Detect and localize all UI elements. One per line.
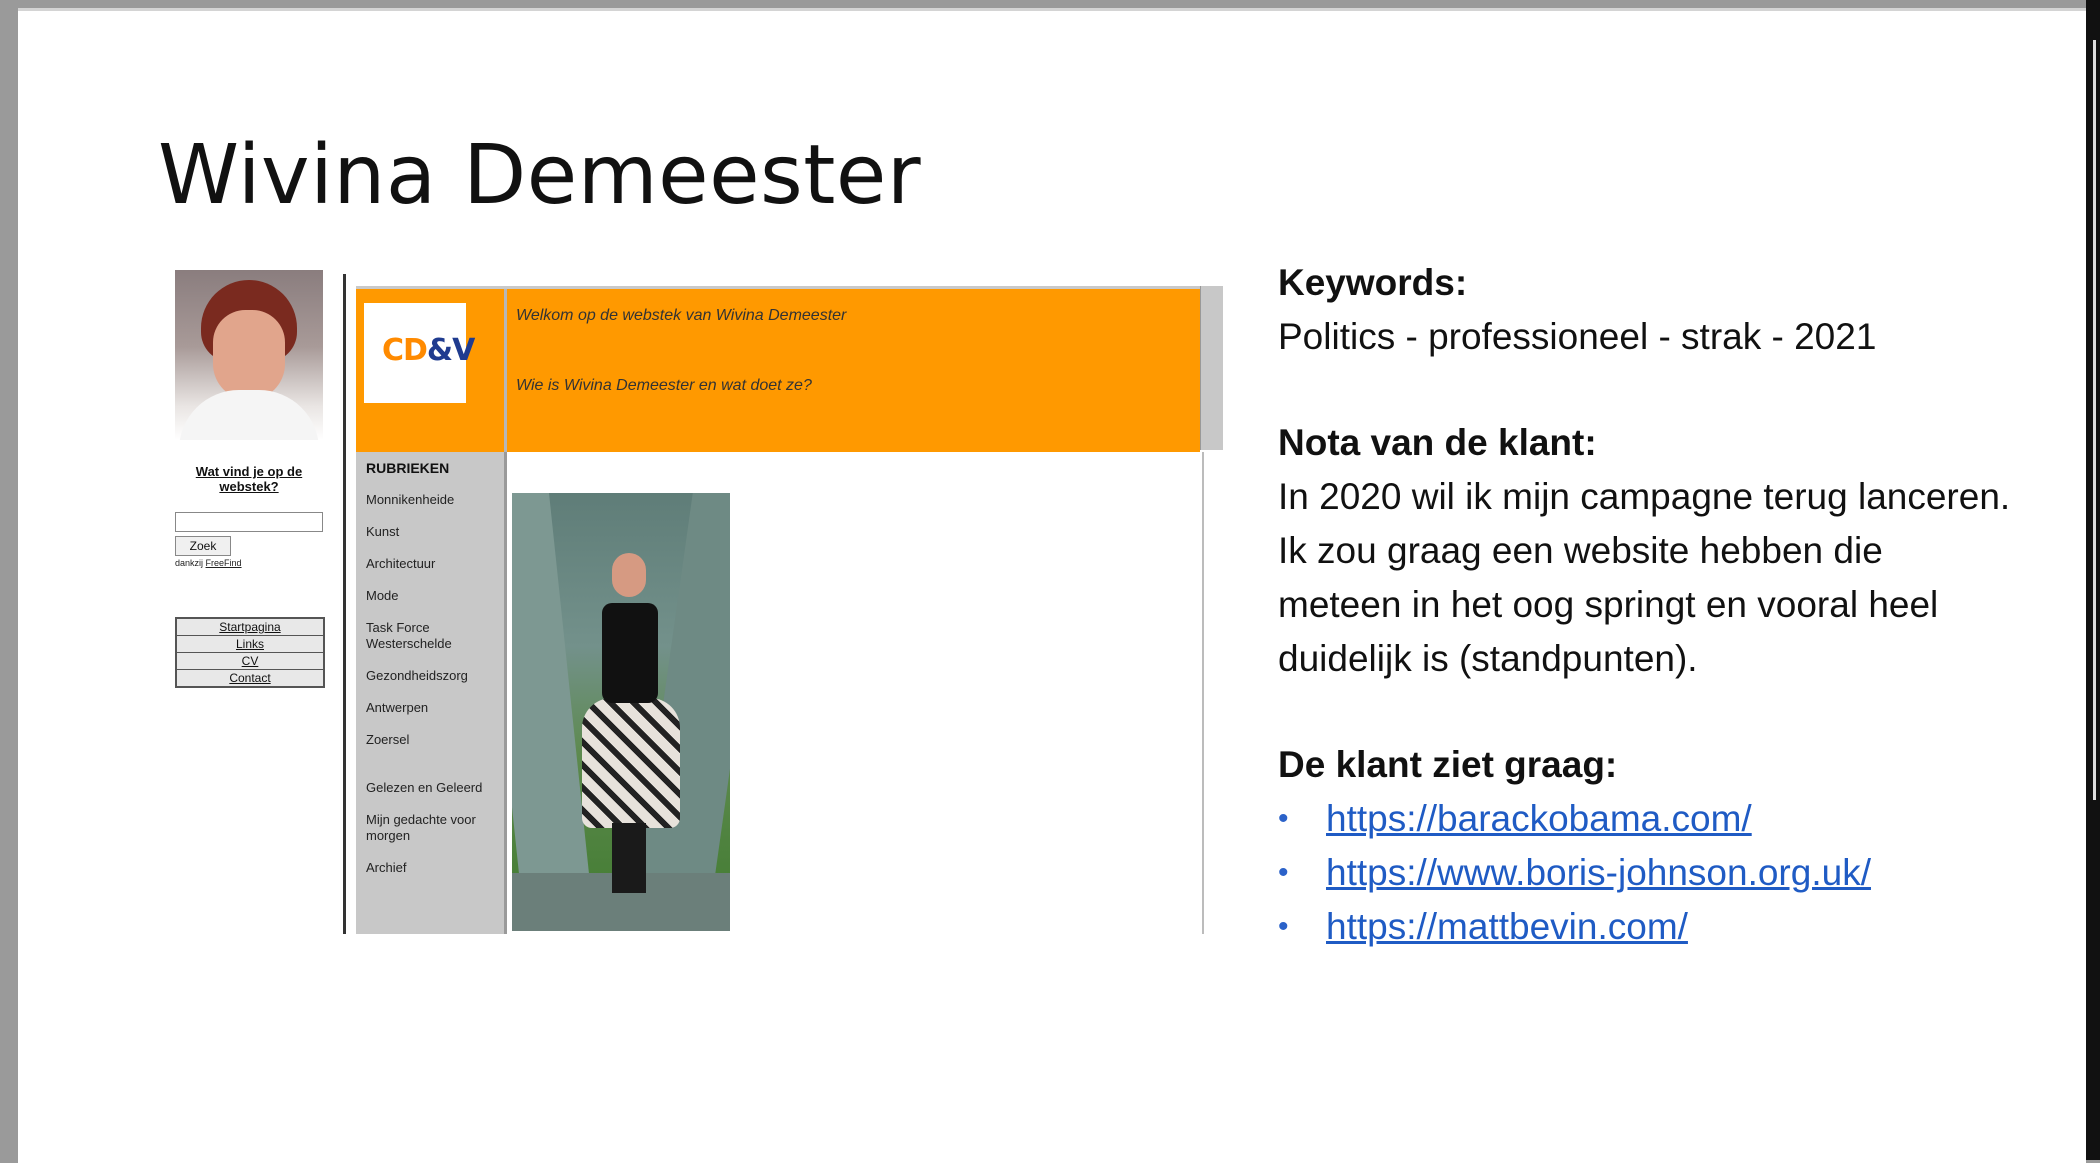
keywords-text: Politics - professioneel - strak - 2021 xyxy=(1278,316,1877,357)
window-scrollbar[interactable] xyxy=(2086,0,2100,1160)
note-line: In 2020 wil ik mijn campagne terug lance… xyxy=(1278,476,2011,517)
side-menu-cv[interactable]: CV xyxy=(177,653,323,670)
nav-item-mode[interactable]: Mode xyxy=(366,588,498,604)
nav-item-gedachte[interactable]: Mijn gedachte voor morgen xyxy=(366,812,498,844)
note-label: Nota van de klant: xyxy=(1278,422,1597,463)
link-mattbevin[interactable]: https://mattbevin.com/ xyxy=(1326,900,1688,954)
keywords-label: Keywords: xyxy=(1278,262,1468,303)
note-line: meteen in het oog springt en vooral heel xyxy=(1278,584,1939,625)
nav-item-zoersel[interactable]: Zoersel xyxy=(366,732,498,748)
side-menu-startpagina[interactable]: Startpagina xyxy=(177,619,323,636)
old-site-left-panel: Wat vind je op de webstek? Zoek dankzij … xyxy=(175,270,325,938)
nav-item-antwerpen[interactable]: Antwerpen xyxy=(366,700,498,716)
note-line: duidelijk is (standpunten). xyxy=(1278,638,1698,679)
old-site-header: CD&V Welkom op de webstek van Wivina Dem… xyxy=(356,286,1200,453)
nav-item-gelezen[interactable]: Gelezen en Geleerd xyxy=(366,780,498,796)
statue-photo xyxy=(512,493,730,931)
nav-item-task-force[interactable]: Task Force Westerschelde xyxy=(366,620,498,652)
slide-title: Wivina Demeester xyxy=(158,128,922,223)
side-menu: Startpagina Links CV Contact xyxy=(175,617,325,688)
link-boris-johnson[interactable]: https://www.boris-johnson.org.uk/ xyxy=(1326,846,1871,900)
bullet-icon: • xyxy=(1278,856,1289,889)
portrait-photo xyxy=(175,270,323,440)
who-link[interactable]: Wie is Wivina Demeester en wat doet ze? xyxy=(516,377,812,395)
side-menu-contact[interactable]: Contact xyxy=(177,670,323,686)
nav-item-archief[interactable]: Archief xyxy=(366,860,498,876)
search-input[interactable] xyxy=(175,512,323,532)
nav-item-kunst[interactable]: Kunst xyxy=(366,524,498,540)
party-logo: CD&V xyxy=(364,303,475,403)
frame-divider xyxy=(343,274,346,934)
bullet-icon: • xyxy=(1278,802,1289,835)
link-barackobama[interactable]: https://barackobama.com/ xyxy=(1326,792,1752,846)
search-credit: dankzij FreeFind xyxy=(175,558,242,568)
freefind-link[interactable]: FreeFind xyxy=(206,558,242,568)
scrollbar-thumb[interactable] xyxy=(2093,40,2096,800)
header-frame-scrollbar[interactable] xyxy=(1200,286,1223,450)
likes-label: De klant ziet graag: xyxy=(1278,744,1618,785)
nav-item-architectuur[interactable]: Architectuur xyxy=(366,556,498,572)
nav-item-monnikenheide[interactable]: Monnikenheide xyxy=(366,492,498,508)
nav-title: RUBRIEKEN xyxy=(366,460,450,476)
note-line: Ik zou graag een website hebben die xyxy=(1278,530,1883,571)
content-frame-scrollbar[interactable] xyxy=(1202,452,1224,934)
question-link[interactable]: Wat vind je op de webstek? xyxy=(175,464,323,494)
welcome-text: Welkom op de webstek van Wivina Demeeste… xyxy=(516,307,847,324)
nav-item-gezondheidszorg[interactable]: Gezondheidszorg xyxy=(366,668,498,684)
rubrieken-nav: RUBRIEKEN Monnikenheide Kunst Architectu… xyxy=(356,452,507,934)
bullet-icon: • xyxy=(1278,910,1289,943)
side-menu-links[interactable]: Links xyxy=(177,636,323,653)
search-button[interactable]: Zoek xyxy=(175,536,231,556)
